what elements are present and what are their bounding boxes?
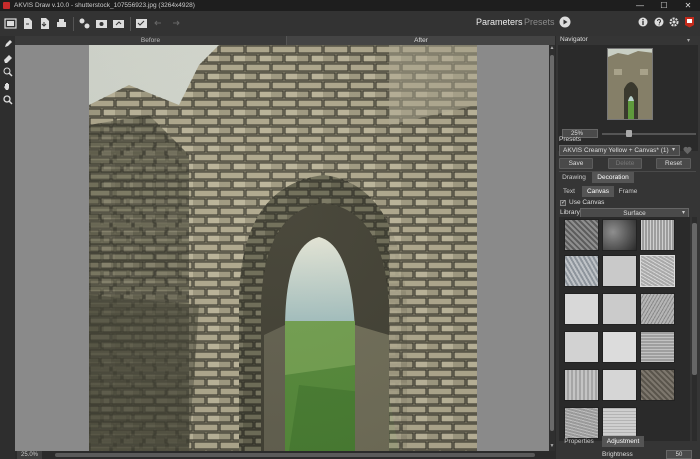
save-icon[interactable]: [37, 17, 51, 31]
pencil-tool-icon[interactable]: [2, 38, 13, 49]
texture-swatch[interactable]: [602, 407, 637, 439]
tab-properties[interactable]: Properties: [559, 436, 599, 447]
tab-frame[interactable]: Frame: [616, 186, 640, 197]
toolbar-separator: [73, 16, 74, 31]
open-file-icon[interactable]: [20, 17, 34, 31]
zoom-level[interactable]: 25.0%: [17, 451, 43, 459]
home-icon[interactable]: [3, 17, 17, 31]
texture-swatch[interactable]: [640, 293, 675, 325]
use-canvas-label: Use Canvas: [569, 199, 605, 206]
texture-library: [559, 217, 690, 441]
texture-swatch[interactable]: [564, 369, 599, 401]
library-label: Library: [560, 209, 580, 216]
tab-presets[interactable]: Presets: [524, 17, 555, 27]
window-title: AKVIS Draw v.10.0 - shutterstock_1075569…: [14, 2, 195, 9]
tab-text[interactable]: Text: [559, 186, 579, 197]
plugin-icon[interactable]: [94, 17, 108, 31]
horizontal-scrollbar[interactable]: [55, 453, 535, 457]
texture-swatch[interactable]: [564, 255, 599, 287]
status-bar: 25.0%: [15, 451, 555, 459]
chevron-down-icon: ▾: [682, 210, 686, 216]
texture-swatch[interactable]: [602, 293, 637, 325]
minimize-button[interactable]: —: [628, 0, 652, 11]
tools-panel: [0, 36, 15, 459]
zoom-tool-icon[interactable]: [2, 94, 13, 105]
texture-swatch[interactable]: [602, 255, 637, 287]
scroll-down-arrow-icon[interactable]: ▼: [549, 443, 555, 449]
tab-decoration[interactable]: Decoration: [592, 172, 634, 183]
heart-icon[interactable]: [683, 146, 692, 155]
reset-button[interactable]: Reset: [656, 158, 691, 169]
maximize-button[interactable]: ☐: [652, 0, 676, 11]
tab-parameters[interactable]: Parameters: [476, 17, 523, 27]
print-icon[interactable]: [54, 17, 68, 31]
brightness-value[interactable]: 50: [666, 450, 692, 459]
texture-swatch[interactable]: [602, 369, 637, 401]
hand-tool-icon[interactable]: [2, 80, 13, 91]
texture-swatch[interactable]: [640, 219, 675, 251]
texture-swatch[interactable]: [564, 219, 599, 251]
tab-canvas[interactable]: Canvas: [582, 186, 614, 197]
redo-icon[interactable]: [168, 17, 182, 31]
scroll-up-arrow-icon[interactable]: ▲: [549, 45, 555, 51]
texture-swatch-selected[interactable]: [640, 255, 675, 287]
navigator-zoom-knob[interactable]: [626, 130, 632, 137]
navigator-thumbnail[interactable]: [607, 48, 653, 120]
image-canvas[interactable]: [15, 45, 549, 451]
texture-swatch[interactable]: [602, 331, 637, 363]
help-icon[interactable]: [654, 17, 664, 27]
texture-scroll-thumb[interactable]: [692, 223, 697, 375]
tab-before[interactable]: Before: [15, 36, 287, 45]
tab-after[interactable]: After: [287, 36, 555, 45]
akvis-icon[interactable]: [684, 16, 695, 28]
main-toolbar: [0, 11, 700, 36]
preset-select[interactable]: AKVIS Creamy Yellow + Canvas* (1): [559, 145, 680, 156]
apply-icon[interactable]: [134, 17, 148, 31]
scroll-thumb[interactable]: [550, 55, 554, 431]
presets-title: Presets: [559, 136, 582, 143]
texture-swatch[interactable]: [564, 407, 599, 439]
texture-swatch[interactable]: [564, 331, 599, 363]
brush-tool-icon[interactable]: [2, 66, 13, 77]
texture-swatch[interactable]: [640, 369, 675, 401]
vertical-scrollbar[interactable]: ▲ ▼: [549, 45, 555, 451]
use-canvas-checkbox[interactable]: ✓: [560, 200, 566, 206]
chevron-down-icon: ▾: [672, 147, 676, 153]
toolbar-separator: [130, 16, 131, 31]
tab-drawing[interactable]: Drawing: [559, 172, 589, 183]
delete-button[interactable]: Delete: [608, 158, 642, 169]
result-image: [89, 45, 477, 451]
tab-adjustment[interactable]: Adjustment: [602, 436, 644, 447]
navigator-title: Navigator: [560, 36, 588, 43]
save-button[interactable]: Save: [559, 158, 593, 169]
brightness-label: Brightness: [602, 451, 633, 458]
app-icon: [3, 2, 10, 9]
share-icon[interactable]: [111, 17, 125, 31]
batch-icon[interactable]: [77, 17, 91, 31]
texture-swatch[interactable]: [564, 293, 599, 325]
settings-icon[interactable]: [669, 17, 679, 27]
before-after-bar: Before After: [15, 36, 555, 45]
undo-icon[interactable]: [151, 17, 165, 31]
close-button[interactable]: ✕: [676, 0, 700, 11]
title-bar: AKVIS Draw v.10.0 - shutterstock_1075569…: [0, 0, 700, 11]
texture-scrollbar[interactable]: [692, 217, 697, 441]
info-icon[interactable]: [638, 17, 648, 27]
settings-panel: Navigator ▾ 25% Presets AKVIS Creamy Yel…: [556, 36, 700, 459]
texture-swatch[interactable]: [640, 331, 675, 363]
eraser-tool-icon[interactable]: [2, 52, 13, 63]
navigator-collapse-icon[interactable]: ▾: [687, 37, 693, 44]
texture-swatch[interactable]: [602, 219, 637, 251]
run-icon[interactable]: [559, 16, 571, 28]
navigator-zoom-slider[interactable]: [602, 133, 696, 135]
